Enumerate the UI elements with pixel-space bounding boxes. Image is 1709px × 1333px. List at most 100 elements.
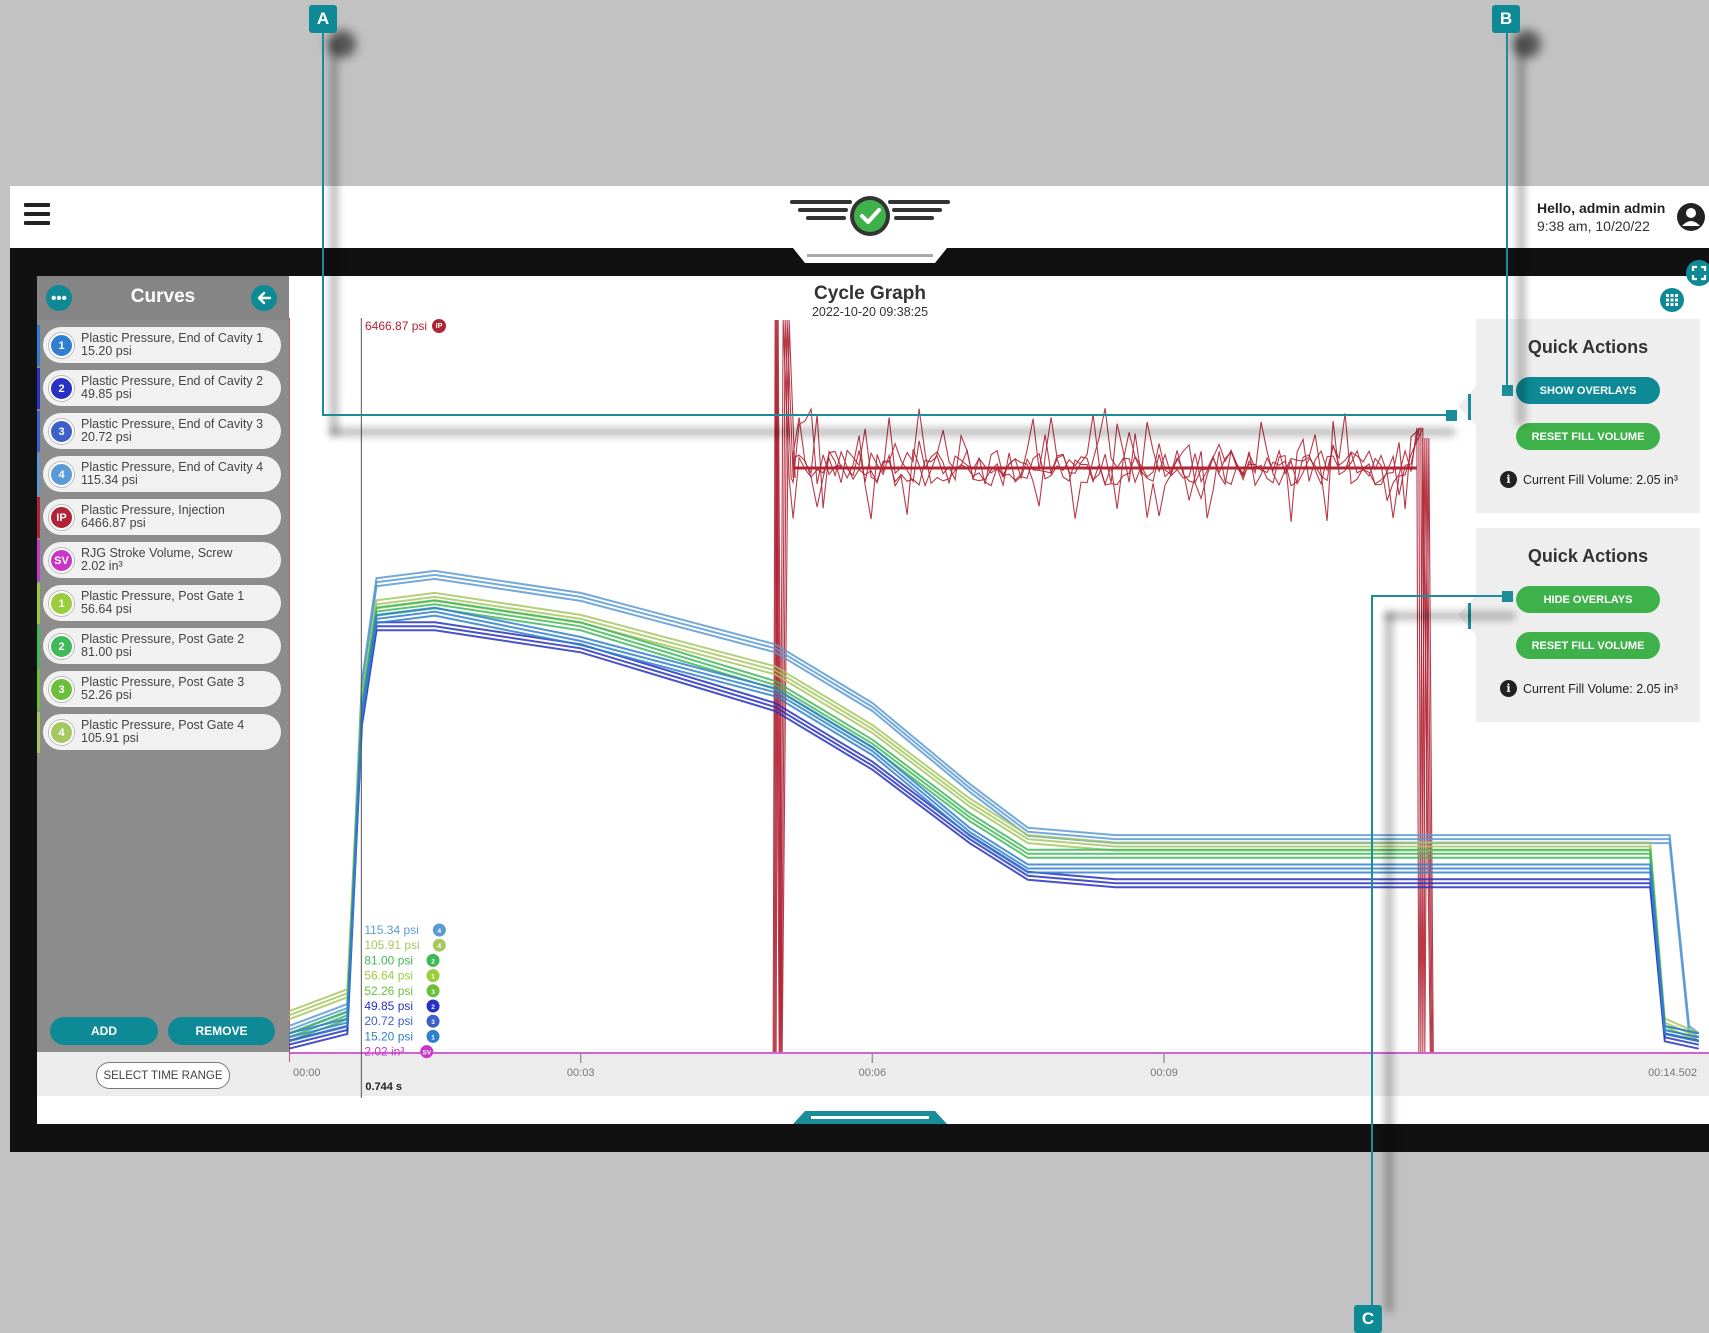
curve-name: Plastic Pressure, Post Gate 1	[81, 589, 245, 603]
curve-badge: 3	[49, 419, 74, 444]
curve-name: Plastic Pressure, End of Cavity 3	[81, 417, 264, 431]
series-value-badge-text: 2	[431, 958, 435, 965]
curve-list-item[interactable]: 1 Plastic Pressure, End of Cavity 1 15.20 …	[37, 325, 281, 366]
series-value-badge-text: 3	[431, 1019, 435, 1026]
curve-badge: IP	[49, 505, 74, 530]
curve-list-item[interactable]: 2 Plastic Pressure, Post Gate 2 81.00 psi	[37, 626, 281, 667]
cursor-time-label: 0.744 s	[365, 1081, 402, 1093]
series-value-badge-text: 4	[438, 928, 442, 935]
curve-color-stripe	[37, 368, 40, 409]
header-datetime: 9:38 am, 10/20/22	[1537, 218, 1650, 234]
fill-volume-text: Current Fill Volume: 2.05 in³	[1523, 472, 1678, 487]
curve-list-item[interactable]: 2 Plastic Pressure, End of Cavity 2 49.85 …	[37, 368, 281, 409]
x-tick-label: 00:09	[1150, 1067, 1178, 1079]
curve-name: Plastic Pressure, Post Gate 4	[81, 718, 245, 732]
series-value-label: 2.02 in³	[364, 1045, 404, 1059]
curve-value: 105.91 psi	[81, 731, 139, 745]
curve-list-item[interactable]: 4 Plastic Pressure, Post Gate 4 105.91 psi	[37, 712, 281, 753]
grid-menu-icon[interactable]	[1660, 288, 1684, 312]
x-tick-label: 00:03	[567, 1067, 595, 1079]
sidebar-footer: SELECT TIME RANGE	[37, 1052, 289, 1096]
series-value-label: 56.64 psi	[364, 969, 413, 983]
curves-header: ••• Curves	[37, 276, 289, 320]
curve-color-stripe	[37, 583, 40, 624]
ip-max-value: 6466.87 psi	[365, 319, 428, 333]
series-value-badge-text: 4	[438, 943, 442, 950]
curve-color-stripe	[37, 411, 40, 452]
fullscreen-icon[interactable]	[1686, 260, 1709, 286]
curve-badge: 1	[49, 333, 74, 358]
quick-actions-panel: Quick Actions SHOW OVERLAYS RESET FILL VOL…	[1476, 319, 1700, 513]
hide-overlays-button[interactable]: HIDE OVERLAYS	[1516, 586, 1660, 613]
series-value-badge-text: 1	[431, 974, 435, 981]
user-greeting: Hello, admin admin	[1537, 200, 1666, 216]
curve-badge: 3	[49, 677, 74, 702]
app-header: Hello, admin admin 9:38 am, 10/20/22	[10, 186, 1709, 248]
curve-list-item[interactable]: 1 Plastic Pressure, Post Gate 1 56.64 psi	[37, 583, 281, 624]
collapse-sidebar-icon[interactable]	[251, 285, 277, 311]
curve-name: Plastic Pressure, Post Gate 2	[81, 632, 245, 646]
curve-color-stripe	[37, 325, 40, 366]
curve-color-stripe	[37, 712, 40, 753]
fill-volume-info: i Current Fill Volume: 2.05 in³	[1500, 471, 1678, 488]
curve-name: Plastic Pressure, End of Cavity 4	[81, 460, 264, 474]
curve-value: 81.00 psi	[81, 645, 132, 659]
callout-c: C	[1354, 1305, 1382, 1333]
curve-badge: SV	[49, 548, 74, 573]
quick-actions-title: Quick Actions	[1527, 546, 1649, 566]
curve-value: 15.20 psi	[81, 344, 132, 358]
user-account-icon[interactable]	[1676, 202, 1706, 232]
series-value-badge-text: 1	[431, 1034, 435, 1041]
callout-b: B	[1492, 5, 1520, 33]
graph-title: Cycle Graph	[814, 283, 926, 304]
series-value-label: 49.85 psi	[364, 999, 413, 1013]
curve-list-item[interactable]: IP Plastic Pressure, Injection 6466.87 psi	[37, 497, 281, 538]
curve-color-stripe	[37, 497, 40, 538]
curve-value: 115.34 psi	[81, 473, 138, 487]
curves-sidebar: ••• Curves 1 Plastic Pressure, End of Cav…	[37, 276, 289, 1056]
quick-actions-pointer	[1458, 384, 1478, 428]
curve-name: Plastic Pressure, Post Gate 3	[81, 675, 245, 689]
curve-color-stripe	[37, 454, 40, 495]
menu-icon[interactable]	[24, 203, 50, 225]
curve-value: 56.64 psi	[81, 602, 132, 616]
ip-badge: IP	[432, 319, 447, 333]
app-logo	[790, 196, 950, 236]
curve-color-stripe	[37, 540, 40, 581]
curve-list-item[interactable]: SV RJG Stroke Volume, Screw 2.02 in³	[37, 540, 281, 581]
series-value-label: 20.72 psi	[364, 1014, 413, 1028]
series-value-badge-text: SV	[422, 1050, 431, 1057]
curve-value: 6466.87 psi	[81, 516, 146, 530]
reset-fill-volume-button[interactable]: RESET FILL VOLUME	[1516, 423, 1660, 450]
ip-max-label: 6466.87 psi IP	[365, 319, 447, 333]
expand-footer-tab[interactable]	[793, 1111, 947, 1124]
remove-curve-button[interactable]: REMOVE	[168, 1017, 275, 1045]
curve-list-item[interactable]: 3 Plastic Pressure, Post Gate 3 52.26 psi	[37, 669, 281, 710]
x-tick-label: 00:00	[293, 1067, 321, 1079]
curve-value: 20.72 psi	[81, 430, 132, 444]
curve-value: 49.85 psi	[81, 387, 132, 401]
curve-badge: 4	[49, 462, 74, 487]
x-tick-label: 00:14.502	[1648, 1067, 1697, 1079]
curve-color-stripe	[37, 669, 40, 710]
info-icon: i	[1500, 680, 1517, 697]
add-curve-button[interactable]: ADD	[50, 1017, 158, 1045]
series-value-label: 105.91 psi	[364, 938, 419, 952]
quick-actions-title: Quick Actions	[1527, 337, 1649, 357]
fill-volume-text: Current Fill Volume: 2.05 in³	[1523, 681, 1678, 696]
fill-volume-info: i Current Fill Volume: 2.05 in³	[1500, 680, 1678, 697]
quick-actions-panel: Quick Actions HIDE OVERLAYS RESET FILL VOL…	[1476, 528, 1700, 722]
curve-list-item[interactable]: 4 Plastic Pressure, End of Cavity 4 115.34…	[37, 454, 281, 495]
curve-badge: 1	[49, 591, 74, 616]
series-value-label: 52.26 psi	[364, 984, 413, 998]
curve-list-item[interactable]: 3 Plastic Pressure, End of Cavity 3 20.72 …	[37, 411, 281, 452]
show-overlays-button[interactable]: SHOW OVERLAYS	[1516, 377, 1660, 404]
select-time-range-button[interactable]: SELECT TIME RANGE	[96, 1062, 230, 1089]
curve-badge: 2	[49, 634, 74, 659]
x-tick-label: 00:06	[859, 1067, 887, 1079]
series-value-label: 115.34 psi	[364, 923, 419, 937]
reset-fill-volume-button[interactable]: RESET FILL VOLUME	[1516, 632, 1660, 659]
curve-value: 52.26 psi	[81, 688, 132, 702]
curve-value: 2.02 in³	[81, 559, 123, 573]
collapse-header-tab[interactable]	[793, 248, 947, 263]
